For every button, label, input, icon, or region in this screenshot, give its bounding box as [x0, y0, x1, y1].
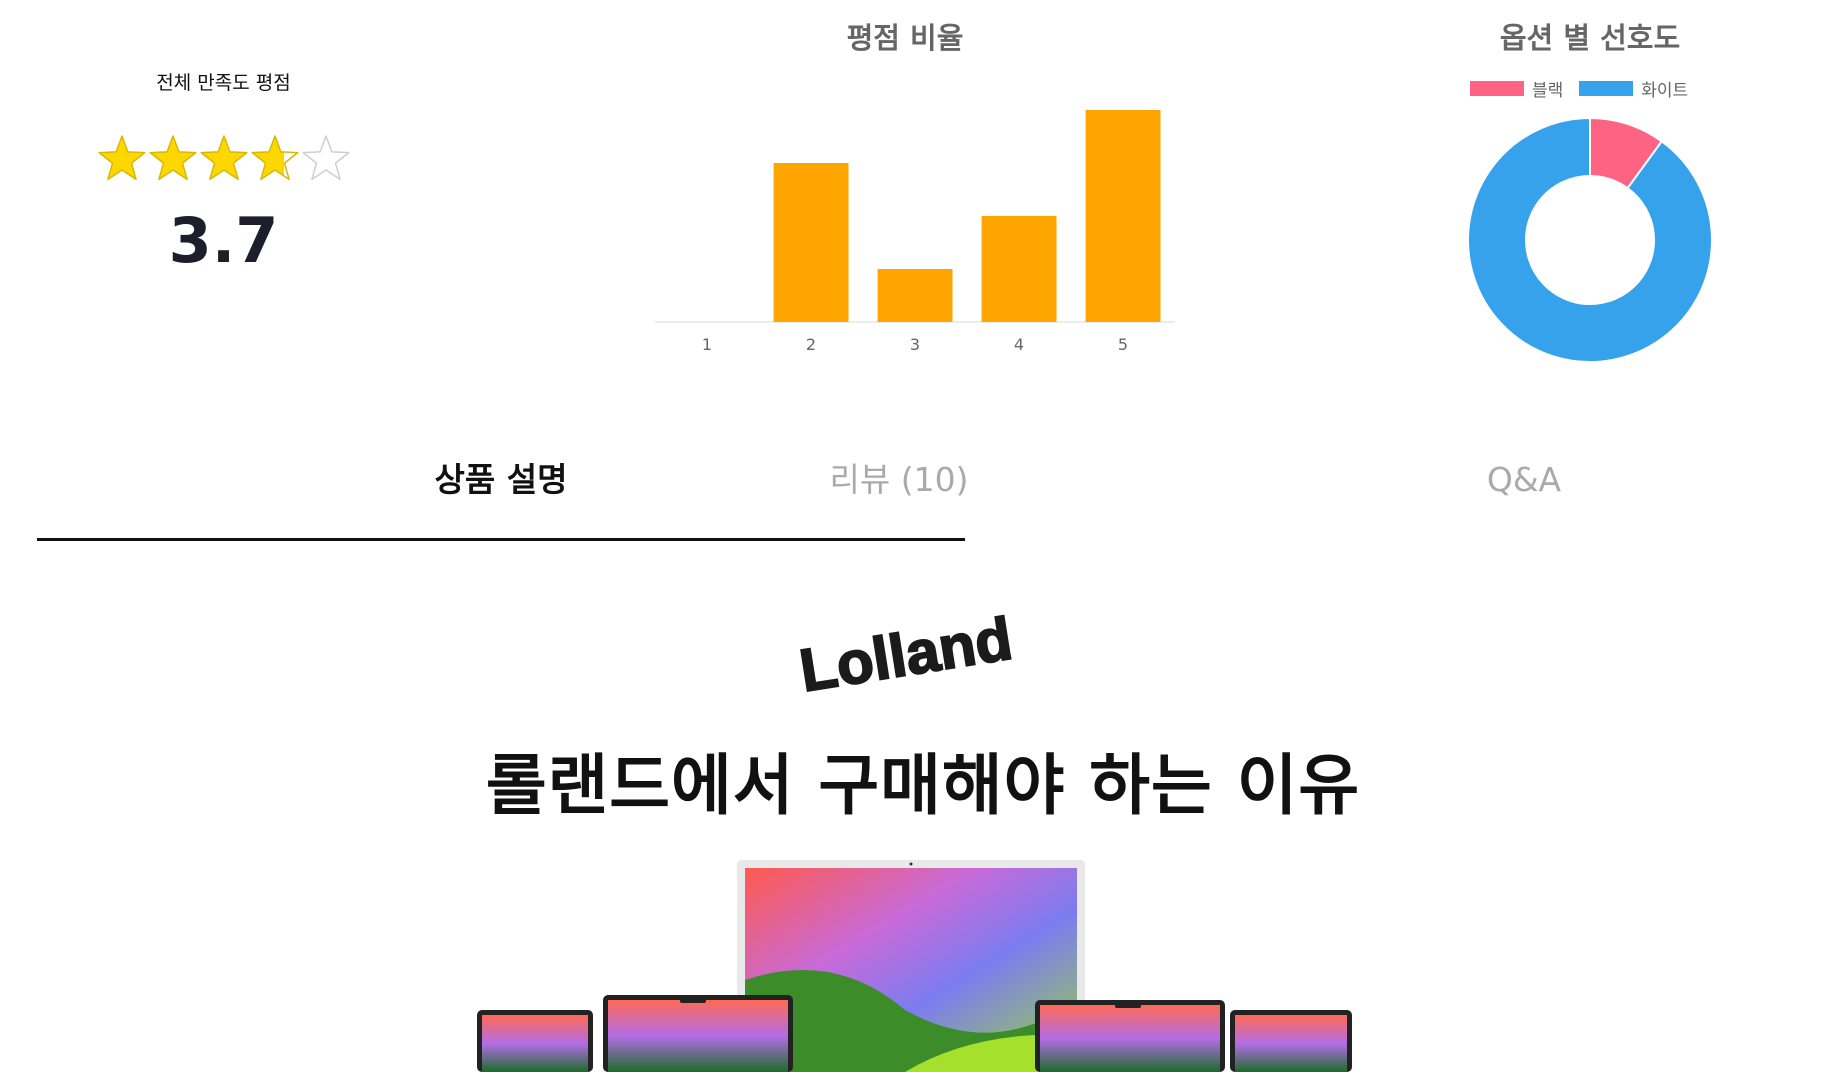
legend-label: 화이트 — [1641, 80, 1689, 101]
bar-rating-5[interactable] — [1085, 110, 1161, 322]
star-rating — [98, 135, 350, 181]
x-tick-label: 5 — [1118, 335, 1128, 354]
star-icon — [149, 135, 197, 181]
legend-swatch — [1579, 80, 1634, 96]
star-icon — [251, 135, 299, 181]
rating-chart-title: 평점 비율 — [846, 21, 964, 55]
x-tick-label: 1 — [702, 335, 712, 354]
brand-logo: Lolland — [796, 604, 1016, 706]
option-donut-chart — [1467, 116, 1713, 363]
active-tab-indicator — [37, 538, 965, 541]
device-lineup-image — [477, 860, 1352, 1072]
x-tick-label: 2 — [806, 335, 816, 354]
svg-text:Lolland: Lolland — [796, 605, 1016, 705]
star-icon — [200, 135, 248, 181]
star-icon — [98, 135, 146, 181]
donut-slice-1[interactable] — [1467, 116, 1713, 363]
star-icon — [302, 135, 350, 181]
x-tick-label: 3 — [910, 335, 920, 354]
legend-swatch — [1470, 80, 1524, 96]
rating-bar-chart: 1 2 3 4 5 — [655, 110, 1175, 354]
satisfaction-score: 3.7 — [168, 204, 279, 277]
satisfaction-label: 전체 만족도 평점 — [156, 72, 291, 94]
bar-rating-2[interactable] — [773, 163, 849, 322]
legend-item[interactable]: 블랙 — [1470, 76, 1563, 101]
bar-rating-3[interactable] — [877, 269, 953, 322]
option-chart-title: 옵션 별 선호도 — [1499, 21, 1681, 55]
bar-rating-4[interactable] — [981, 216, 1057, 322]
content-headline: 롤랜드에서 구매해야 하는 이유 — [485, 747, 1361, 824]
legend-label: 블랙 — [1532, 80, 1564, 101]
option-chart-legend[interactable]: 블랙 화이트 — [1470, 76, 1704, 101]
tab-qna[interactable]: Q&A — [1110, 455, 1846, 505]
legend-item[interactable]: 화이트 — [1579, 76, 1688, 101]
x-tick-label: 4 — [1014, 335, 1024, 354]
